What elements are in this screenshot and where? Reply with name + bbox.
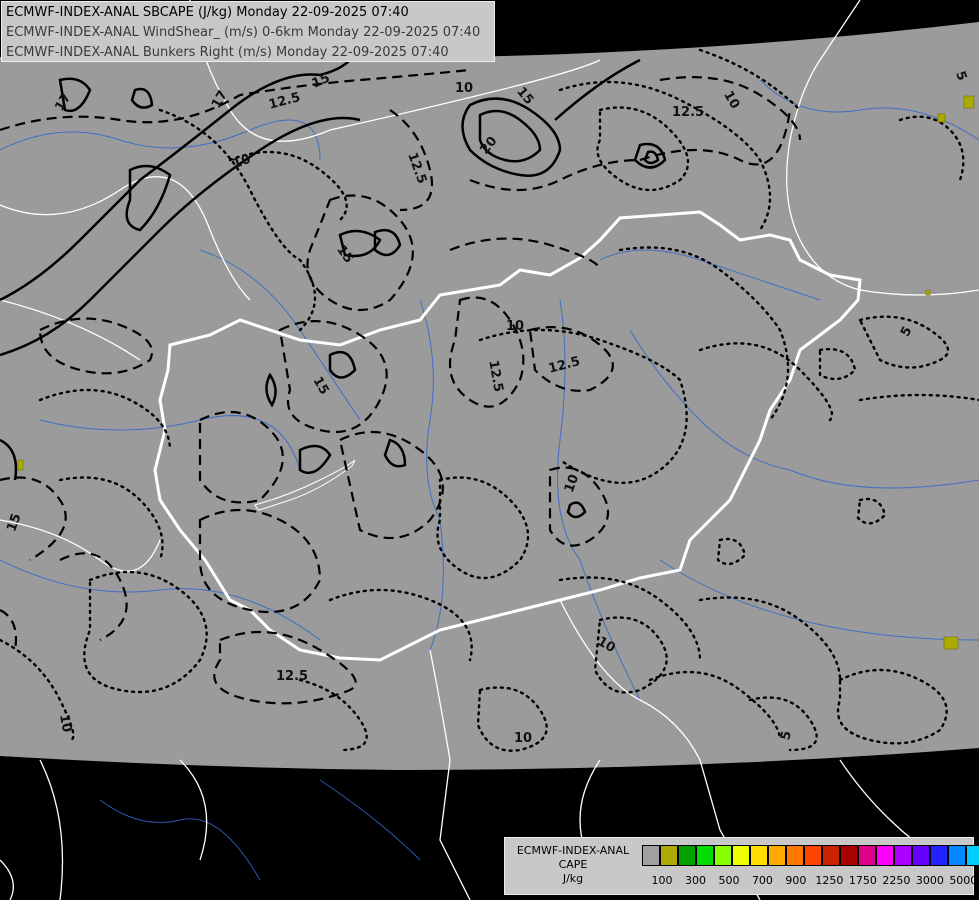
model-domain bbox=[0, 22, 979, 770]
legend-swatch bbox=[948, 845, 966, 866]
legend-swatch bbox=[696, 845, 714, 866]
legend-swatch bbox=[858, 845, 876, 866]
legend-tick-label: 100 bbox=[651, 874, 673, 887]
legend-tick-label: 1250 bbox=[815, 874, 844, 887]
contour-label: 12.5 bbox=[672, 105, 704, 120]
legend-swatch bbox=[822, 845, 840, 866]
legend-swatch bbox=[714, 845, 732, 866]
map-title-box: ECMWF-INDEX-ANAL SBCAPE (J/kg) Monday 22… bbox=[1, 1, 495, 62]
legend-tick-label: 500 bbox=[718, 874, 740, 887]
legend-title: ECMWF-INDEX-ANAL bbox=[516, 844, 630, 857]
legend-swatch bbox=[786, 845, 804, 866]
cape-legend: ECMWF-INDEX-ANAL CAPE J/kg 100 300 500 700 9… bbox=[504, 837, 979, 895]
legend-swatch bbox=[678, 845, 696, 866]
contour-label: 12.5 bbox=[276, 669, 308, 684]
legend-swatch bbox=[930, 845, 948, 866]
legend-tick-label: 300 bbox=[684, 874, 706, 887]
legend-swatch bbox=[840, 845, 858, 866]
title-line-sbcape: ECMWF-INDEX-ANAL SBCAPE (J/kg) Monday 22… bbox=[6, 5, 409, 20]
legend-tick-label: 700 bbox=[751, 874, 773, 887]
legend-swatch bbox=[966, 845, 979, 866]
legend-field: CAPE bbox=[558, 858, 588, 871]
legend-swatch bbox=[894, 845, 912, 866]
legend-swatch bbox=[912, 845, 930, 866]
legend-swatch bbox=[732, 845, 750, 866]
legend-caption: ECMWF-INDEX-ANAL CAPE J/kg bbox=[507, 844, 639, 886]
legend-swatch bbox=[876, 845, 894, 866]
legend-color-scale bbox=[642, 845, 979, 866]
legend-unit: J/kg bbox=[562, 872, 584, 885]
legend-swatch bbox=[660, 845, 678, 866]
legend-swatch bbox=[804, 845, 822, 866]
legend-tick-label: 3000 bbox=[915, 874, 944, 887]
legend-swatch bbox=[750, 845, 768, 866]
legend-swatch bbox=[768, 845, 786, 866]
weather-map: 17 15 12.5 10 20 5 12.5 10 12.5 15 10 12… bbox=[0, 0, 979, 900]
title-line-windshear: ECMWF-INDEX-ANAL WindShear_ (m/s) 0-6km … bbox=[6, 25, 481, 40]
legend-tick-labels: 100 300 500 700 900 1250 1750 2250 3000 5000 bbox=[635, 874, 978, 888]
contour-label: 10 bbox=[56, 713, 74, 733]
legend-tick-label: 1750 bbox=[848, 874, 877, 887]
legend-swatch bbox=[642, 845, 660, 866]
contour-label: 10 bbox=[455, 81, 473, 96]
legend-tick-label: 900 bbox=[785, 874, 807, 887]
contour-label: 10 bbox=[506, 319, 524, 334]
legend-tick-label: 5000 bbox=[949, 874, 978, 887]
contour-label: 10 bbox=[514, 731, 532, 746]
title-line-bunkers: ECMWF-INDEX-ANAL Bunkers Right (m/s) Mon… bbox=[6, 45, 449, 60]
legend-tick-label: 2250 bbox=[882, 874, 911, 887]
